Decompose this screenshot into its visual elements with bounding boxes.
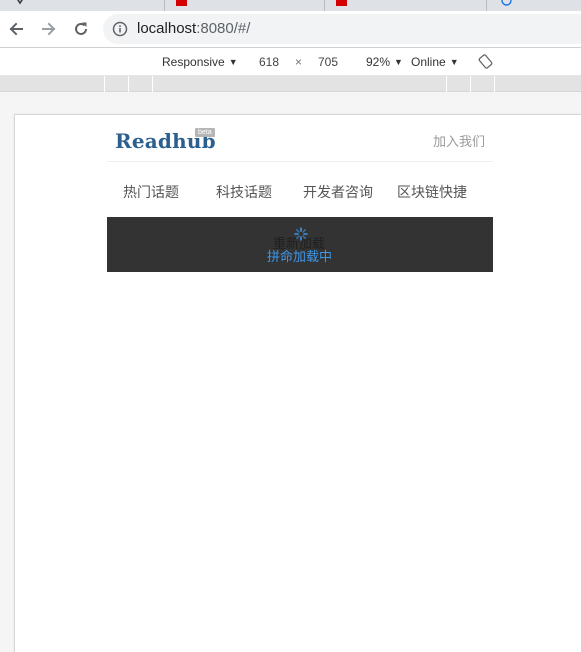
ruler-segment[interactable] bbox=[152, 76, 153, 92]
nav-tech-topics[interactable]: 科技话题 bbox=[216, 182, 272, 202]
arrow-right-icon bbox=[42, 22, 56, 36]
dimension-separator: × bbox=[295, 55, 303, 69]
nav-developer-news[interactable]: 开发者咨询 bbox=[303, 182, 373, 202]
rotate-icon[interactable] bbox=[478, 54, 493, 69]
url-path: :8080/#/ bbox=[196, 20, 251, 37]
height-input[interactable]: 705 bbox=[318, 55, 338, 69]
join-us-link[interactable]: 加入我们 bbox=[433, 131, 485, 150]
device-select[interactable]: Responsive ▼ bbox=[162, 55, 238, 69]
site-header: Readhub beta 加入我们 bbox=[107, 115, 493, 162]
ruler-segment[interactable] bbox=[494, 76, 495, 92]
ruler-segment[interactable] bbox=[470, 76, 471, 92]
emulated-viewport: Readhub beta 加入我们 热门话题 科技话题 开发者咨询 区块链快捷 … bbox=[14, 114, 581, 652]
back-button[interactable] bbox=[4, 17, 28, 41]
browser-tab[interactable] bbox=[325, 0, 487, 11]
tab-favicon-icon bbox=[336, 0, 347, 6]
media-query-ruler[interactable] bbox=[0, 76, 581, 92]
caret-down-icon: ▼ bbox=[449, 57, 459, 67]
tab-favicon-icon bbox=[17, 0, 23, 5]
ruler-segment[interactable] bbox=[104, 76, 105, 92]
tab-strip bbox=[0, 0, 581, 11]
ruler-segment[interactable] bbox=[128, 76, 129, 92]
tab-favicon-icon bbox=[501, 0, 512, 6]
device-toolbar: Responsive ▼ 618 × 705 92% ▼ Online ▼ bbox=[0, 47, 581, 76]
browser-tab[interactable] bbox=[487, 0, 581, 11]
loading-spinner-icon bbox=[294, 227, 308, 241]
device-label: Responsive bbox=[162, 55, 225, 69]
width-input[interactable]: 618 bbox=[259, 55, 279, 69]
reload-icon bbox=[75, 22, 87, 35]
reload-button[interactable] bbox=[69, 17, 93, 41]
zoom-select[interactable]: 92% ▼ bbox=[366, 55, 403, 69]
info-icon[interactable] bbox=[112, 21, 128, 37]
browser-tab[interactable] bbox=[165, 0, 325, 11]
tab-favicon-icon bbox=[176, 0, 187, 6]
topic-nav: 热门话题 科技话题 开发者咨询 区块链快捷 bbox=[107, 162, 493, 217]
nav-hot-topics[interactable]: 热门话题 bbox=[123, 182, 179, 202]
caret-down-icon: ▼ bbox=[228, 57, 238, 67]
loading-panel: 重新加载 拼命加载中 bbox=[107, 217, 493, 272]
browser-tab[interactable] bbox=[0, 0, 165, 11]
url-text[interactable]: localhost:8080/#/ bbox=[137, 20, 250, 37]
network-select[interactable]: Online ▼ bbox=[411, 55, 459, 69]
zoom-label: 92% bbox=[366, 55, 391, 69]
loading-text: 拼命加载中 bbox=[267, 249, 333, 264]
ruler-segment[interactable] bbox=[446, 76, 447, 92]
arrow-left-icon bbox=[9, 22, 23, 36]
forward-button[interactable] bbox=[37, 17, 61, 41]
caret-down-icon: ▼ bbox=[394, 57, 403, 67]
browser-toolbar: localhost:8080/#/ bbox=[0, 11, 581, 47]
url-host: localhost bbox=[137, 20, 197, 37]
network-label: Online bbox=[411, 55, 446, 69]
nav-blockchain-news[interactable]: 区块链快捷 bbox=[397, 182, 467, 202]
beta-badge: beta bbox=[195, 128, 215, 137]
address-bar[interactable]: localhost:8080/#/ bbox=[103, 14, 581, 44]
